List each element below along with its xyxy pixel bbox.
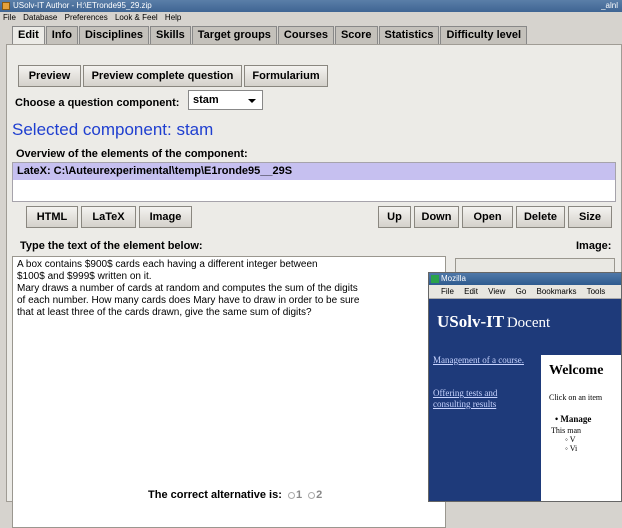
moz-menu-bookmarks[interactable]: Bookmarks bbox=[537, 287, 577, 296]
preview-complete-button[interactable]: Preview complete question bbox=[83, 65, 242, 87]
menu-preferences[interactable]: Preferences bbox=[65, 13, 108, 22]
preview-button[interactable]: Preview bbox=[18, 65, 81, 87]
welcome-heading: Welcome bbox=[549, 363, 604, 378]
sub-item-text: V bbox=[569, 435, 576, 444]
tab-statistics[interactable]: Statistics bbox=[378, 26, 440, 44]
radio-option-2-label: 2 bbox=[316, 489, 323, 501]
overview-label: Overview of the elements of the componen… bbox=[16, 148, 248, 160]
sub-item-text: Vi bbox=[569, 444, 578, 453]
tab-difficulty-level[interactable]: Difficulty level bbox=[440, 26, 528, 44]
mozilla-titlebar: Mozilla bbox=[429, 273, 621, 285]
menu-file[interactable]: File bbox=[3, 13, 16, 22]
html-button[interactable]: HTML bbox=[26, 206, 78, 228]
choose-component-label: Choose a question component: bbox=[15, 97, 180, 109]
list-item[interactable]: LateX: C:\Auteurexperimental\temp\E1rond… bbox=[13, 163, 615, 180]
moz-menu-view[interactable]: View bbox=[488, 287, 505, 296]
window-controls[interactable]: _alnl bbox=[601, 0, 618, 12]
usolvit-logo: USolv-IT bbox=[437, 312, 505, 331]
click-instruction: Click on an item bbox=[549, 393, 603, 402]
editor-line: Mary draws a number of cards at random a… bbox=[17, 283, 358, 294]
radio-option-1-label: 1 bbox=[295, 489, 303, 501]
bullet-manage: • Manage bbox=[555, 414, 592, 424]
tab-target-groups[interactable]: Target groups bbox=[191, 26, 277, 44]
menu-look-and-feel[interactable]: Look & Feel bbox=[115, 13, 158, 22]
radio-option-2[interactable] bbox=[308, 491, 316, 499]
mozilla-menubar: File Edit View Go Bookmarks Tools bbox=[429, 285, 621, 299]
up-button[interactable]: Up bbox=[378, 206, 411, 228]
tab-skills[interactable]: Skills bbox=[150, 26, 191, 44]
usolvit-header: USolv-IT Docent bbox=[429, 299, 621, 345]
tab-info[interactable]: Info bbox=[45, 26, 78, 44]
window-title: USolv-IT Author - H:\ETronde95_29.zip bbox=[13, 1, 152, 10]
menubar: File Database Preferences Look & Feel He… bbox=[0, 12, 622, 24]
editor-line: that at least three of the cards drawn, … bbox=[17, 307, 312, 318]
menu-database[interactable]: Database bbox=[23, 13, 57, 22]
tab-bar: Edit Info Disciplines Skills Target grou… bbox=[12, 26, 528, 45]
chevron-down-icon bbox=[248, 99, 256, 103]
element-text-editor[interactable]: A box contains $900$ cards each having a… bbox=[12, 256, 446, 528]
editor-label: Type the text of the element below: bbox=[20, 240, 203, 252]
tab-disciplines[interactable]: Disciplines bbox=[78, 26, 150, 44]
editor-line: $100$ and $999$ written on it. bbox=[17, 271, 152, 282]
moz-menu-tools[interactable]: Tools bbox=[587, 287, 606, 296]
menu-help[interactable]: Help bbox=[165, 13, 181, 22]
docent-nav: Management of a course. Offering tests a… bbox=[433, 355, 537, 432]
mozilla-page-body: Management of a course. Offering tests a… bbox=[429, 345, 621, 501]
docent-content: Welcome Click on an item • Manage This m… bbox=[541, 355, 621, 501]
delete-button[interactable]: Delete bbox=[516, 206, 565, 228]
window-titlebar: USolv-IT Author - H:\ETronde95_29.zip _a… bbox=[0, 0, 622, 12]
component-select-value: stam bbox=[193, 94, 219, 106]
correct-alternative-label: The correct alternative is: bbox=[148, 489, 282, 501]
docent-title: Docent bbox=[506, 315, 551, 331]
tab-score[interactable]: Score bbox=[334, 26, 378, 44]
sub-item: ◦ Vi bbox=[565, 444, 578, 453]
image-label: Image: bbox=[576, 240, 612, 252]
editor-line: of each number. How many cards does Mary… bbox=[17, 295, 360, 306]
moz-menu-go[interactable]: Go bbox=[516, 287, 527, 296]
tab-courses[interactable]: Courses bbox=[277, 26, 334, 44]
component-select[interactable]: stam bbox=[188, 90, 263, 110]
open-button[interactable]: Open bbox=[462, 206, 513, 228]
radio-option-1[interactable] bbox=[287, 491, 295, 499]
mozilla-window: Mozilla File Edit View Go Bookmarks Tool… bbox=[428, 272, 622, 502]
tab-edit[interactable]: Edit bbox=[12, 26, 45, 45]
image-button[interactable]: Image bbox=[139, 206, 192, 228]
selected-component-heading: Selected component: stam bbox=[12, 120, 214, 139]
nav-link-offering-tests[interactable]: Offering tests and consulting results bbox=[433, 388, 537, 410]
app-icon bbox=[2, 2, 10, 10]
nav-link-management[interactable]: Management of a course. bbox=[433, 355, 537, 366]
size-button[interactable]: Size bbox=[568, 206, 612, 228]
formularium-button[interactable]: Formularium bbox=[244, 65, 328, 87]
moz-menu-file[interactable]: File bbox=[441, 287, 454, 296]
latex-button[interactable]: LaTeX bbox=[81, 206, 136, 228]
correct-alternative: The correct alternative is: 1 2 bbox=[148, 489, 322, 501]
moz-menu-edit[interactable]: Edit bbox=[464, 287, 478, 296]
manage-description: This man bbox=[551, 426, 581, 435]
down-button[interactable]: Down bbox=[414, 206, 459, 228]
overview-list[interactable]: LateX: C:\Auteurexperimental\temp\E1rond… bbox=[12, 162, 616, 202]
mozilla-icon bbox=[431, 275, 439, 283]
sub-item: ◦ V bbox=[565, 435, 576, 444]
editor-line: A box contains $900$ cards each having a… bbox=[17, 259, 318, 270]
bullet-manage-text: Manage bbox=[560, 414, 592, 424]
mozilla-title: Mozilla bbox=[441, 274, 466, 283]
